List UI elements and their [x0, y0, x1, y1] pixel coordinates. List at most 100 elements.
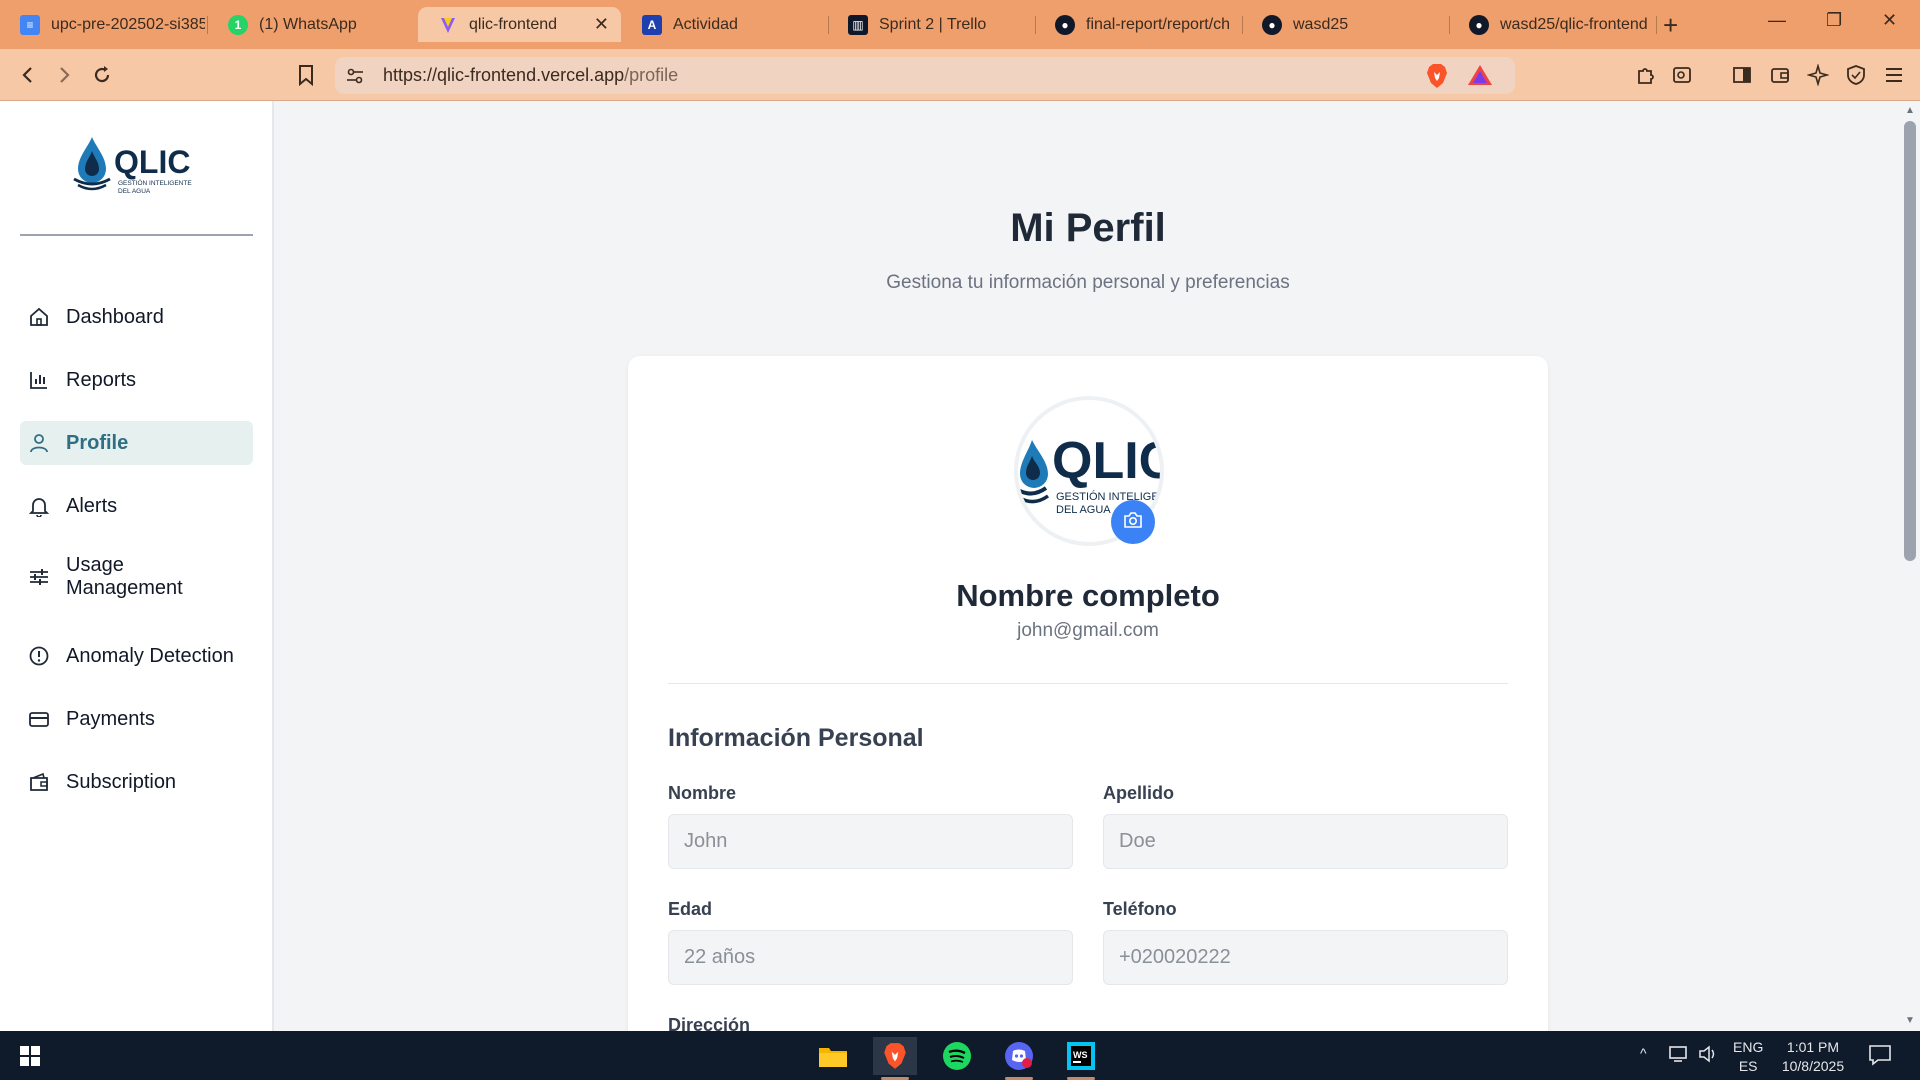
language-primary: ENG: [1733, 1039, 1764, 1055]
docs-icon: ≡: [20, 14, 40, 35]
first-name-field[interactable]: [668, 814, 1073, 869]
reload-icon[interactable]: [88, 61, 116, 89]
browser-tab-strip: ≡ upc-pre-202502-si385 1 (1) WhatsApp ql…: [0, 0, 1920, 49]
tab-label: Actividad: [673, 15, 738, 33]
page-title: Mi Perfil: [1010, 206, 1166, 250]
address-bar[interactable]: https://qlic-frontend.vercel.app/profile: [335, 57, 1515, 94]
sidebar-item-dashboard[interactable]: Dashboard: [20, 295, 253, 339]
tab-label: wasd25/qlic-frontend: [1500, 15, 1648, 33]
menu-icon[interactable]: [1880, 61, 1908, 89]
age-field[interactable]: [668, 930, 1073, 985]
profile-full-name: Nombre completo: [956, 578, 1220, 613]
tab-label: wasd25: [1293, 15, 1349, 33]
tab-label: Sprint 2 | Trello: [879, 15, 987, 33]
tab-actividad[interactable]: A Actividad: [622, 7, 827, 42]
back-icon[interactable]: [14, 61, 42, 89]
sliders-icon: [28, 566, 50, 588]
sidebar-item-payments[interactable]: Payments: [20, 697, 253, 741]
tab-wasd25-qlic[interactable]: ● wasd25/qlic-frontend: [1449, 7, 1654, 42]
avatar-wordmark: QLIC: [1052, 432, 1164, 490]
url-path: /profile: [624, 65, 679, 85]
clock[interactable]: 1:01 PM 10/8/2025: [1778, 1038, 1848, 1076]
tab-qlic-frontend[interactable]: qlic-frontend ✕: [418, 7, 621, 42]
main-content: Mi Perfil Gestiona tu información person…: [276, 101, 1900, 1031]
github-icon: ●: [1262, 14, 1282, 35]
bookmark-icon[interactable]: [292, 61, 320, 89]
tab-label: qlic-frontend: [469, 15, 558, 33]
screenshot-icon[interactable]: [1668, 61, 1696, 89]
bell-icon: [28, 495, 50, 517]
restore-icon[interactable]: ❐: [1826, 10, 1842, 31]
network-icon[interactable]: [1668, 1044, 1690, 1067]
tab-label: (1) WhatsApp: [259, 15, 357, 33]
clock-time: 1:01 PM: [1786, 1039, 1840, 1055]
phone-field[interactable]: [1103, 930, 1508, 985]
last-name-label: Apellido: [1103, 783, 1174, 803]
address-label: Dirección: [668, 1015, 751, 1031]
tab-final-report[interactable]: ● final-report/report/ch: [1035, 7, 1240, 42]
volume-icon[interactable]: [1698, 1044, 1720, 1067]
scroll-up-icon[interactable]: ▲: [1905, 105, 1915, 116]
user-icon: [28, 432, 50, 454]
sidebar-item-alerts[interactable]: Alerts: [20, 484, 253, 528]
sidebar: QLIC GESTIÓN INTELIGENTE DEL AGUA Dashbo…: [0, 101, 274, 1031]
file-explorer-icon[interactable]: [811, 1037, 855, 1075]
minimize-icon[interactable]: —: [1768, 10, 1786, 31]
last-name-field[interactable]: [1103, 814, 1508, 869]
extensions-icon[interactable]: [1632, 61, 1660, 89]
profile-email: john@gmail.com: [1017, 620, 1159, 641]
tab-whatsapp[interactable]: 1 (1) WhatsApp: [208, 7, 413, 42]
credit-card-icon: [28, 708, 50, 730]
brave-icon[interactable]: [873, 1037, 917, 1080]
sidebar-item-label: Dashboard: [66, 305, 164, 328]
scroll-down-icon[interactable]: ▼: [1905, 1015, 1915, 1026]
tray-overflow-icon[interactable]: ^: [1640, 1045, 1647, 1061]
wallet-icon[interactable]: [1766, 61, 1794, 89]
home-icon: [28, 306, 50, 328]
new-tab-button[interactable]: +: [1663, 10, 1678, 41]
logo-wordmark: QLIC: [114, 144, 190, 180]
sidebar-item-label: Profile: [66, 431, 129, 454]
webstorm-icon[interactable]: WS: [1059, 1037, 1103, 1080]
close-tab-icon[interactable]: ✕: [594, 14, 609, 35]
sidebar-item-label: Subscription: [66, 770, 177, 793]
page-scrollbar[interactable]: ▲ ▼: [1900, 101, 1920, 1031]
sidebar-item-profile[interactable]: Profile: [20, 421, 253, 465]
brave-shields-icon[interactable]: [1425, 63, 1449, 94]
sidebar-item-usage-management[interactable]: Usage Management: [20, 549, 253, 605]
tab-upc-doc[interactable]: ≡ upc-pre-202502-si385: [0, 7, 205, 42]
close-window-icon[interactable]: ✕: [1882, 10, 1897, 31]
bar-chart-icon: [28, 369, 50, 391]
wallet-icon: [28, 771, 50, 793]
forward-icon[interactable]: [50, 61, 78, 89]
scrollbar-thumb[interactable]: [1904, 121, 1916, 561]
language-indicator[interactable]: ENG ES: [1733, 1038, 1763, 1076]
vercel-icon: [438, 15, 458, 35]
tab-wasd25[interactable]: ● wasd25: [1242, 7, 1447, 42]
sidebar-item-label: Anomaly Detection: [66, 644, 234, 667]
sidebar-toggle-icon[interactable]: [1728, 61, 1756, 89]
windows-start-icon[interactable]: [8, 1037, 52, 1075]
discord-icon[interactable]: [997, 1037, 1041, 1080]
alert-circle-icon: [28, 645, 50, 667]
change-photo-button[interactable]: [1111, 500, 1155, 544]
sidebar-item-label: Reports: [66, 368, 137, 391]
notifications-icon[interactable]: [1868, 1044, 1892, 1069]
camera-icon: [1123, 511, 1143, 534]
tab-label: upc-pre-202502-si385: [51, 15, 205, 33]
svg-text:WS: WS: [1073, 1050, 1088, 1060]
tab-trello[interactable]: ▥ Sprint 2 | Trello: [828, 7, 1033, 42]
leo-ai-icon[interactable]: [1804, 61, 1832, 89]
browser-toolbar: https://qlic-frontend.vercel.app/profile: [0, 49, 1920, 101]
sidebar-item-reports[interactable]: Reports: [20, 358, 253, 402]
vpn-icon[interactable]: [1842, 61, 1870, 89]
logo-tagline-2: DEL AGUA: [118, 188, 151, 195]
spotify-icon[interactable]: [935, 1037, 979, 1075]
brave-rewards-icon[interactable]: [1467, 64, 1493, 91]
sidebar-item-label: Payments: [66, 707, 155, 730]
first-name-label: Nombre: [668, 783, 737, 803]
sidebar-item-subscription[interactable]: Subscription: [20, 760, 253, 804]
site-settings-icon[interactable]: [345, 66, 365, 91]
qlic-logo[interactable]: QLIC GESTIÓN INTELIGENTE DEL AGUA: [70, 131, 200, 201]
sidebar-item-anomaly-detection[interactable]: Anomaly Detection: [20, 634, 253, 678]
